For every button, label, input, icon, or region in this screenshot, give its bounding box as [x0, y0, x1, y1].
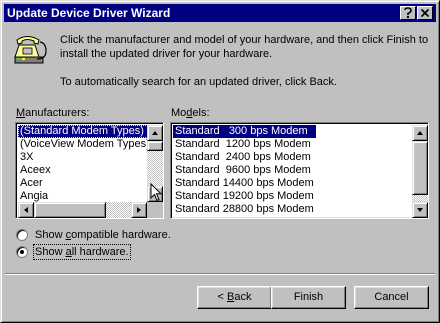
scroll-corner	[147, 202, 163, 218]
models-label: Models:	[171, 107, 210, 119]
close-button[interactable]	[417, 6, 433, 20]
help-button[interactable]	[400, 6, 416, 20]
scroll-up-button[interactable]	[412, 125, 428, 141]
manufacturer-item[interactable]: Aceex	[18, 164, 152, 177]
all-radio[interactable]	[16, 246, 28, 258]
scroll-down-button[interactable]	[412, 202, 428, 218]
scroll-thumb[interactable]	[412, 141, 428, 195]
compatible-label[interactable]: Show compatible hardware.	[34, 228, 172, 242]
separator	[5, 273, 435, 275]
model-item[interactable]: Standard 28800 bps Modem	[173, 203, 316, 216]
models-vscroll[interactable]	[412, 125, 428, 218]
back-hint-text: To automatically search for an updated d…	[60, 76, 337, 88]
compatible-radio[interactable]	[16, 229, 28, 241]
manufacturers-list[interactable]: (Standard Modem Types) (VoiceView Modem …	[15, 122, 164, 219]
help-icon	[404, 7, 412, 18]
manufacturer-item[interactable]: (Standard Modem Types)	[18, 125, 152, 138]
arrow-up-icon	[417, 131, 423, 135]
window-title: Update Device Driver Wizard	[7, 6, 171, 20]
mouse-pointer-icon	[150, 183, 162, 202]
manufacturers-label: Manufacturers:	[16, 107, 90, 119]
title-bar[interactable]: Update Device Driver Wizard	[4, 4, 436, 22]
scroll-left-button[interactable]	[18, 202, 34, 218]
model-item[interactable]: Standard 300 bps Modem	[173, 125, 316, 138]
wizard-window: Update Device Driver Wizard Click the ma…	[0, 0, 440, 323]
model-item[interactable]: Standard 9600 bps Modem	[173, 164, 316, 177]
scroll-up-button[interactable]	[147, 125, 163, 141]
telephone-modem-icon	[13, 31, 49, 67]
model-item[interactable]: Standard 14400 bps Modem	[173, 177, 316, 190]
arrow-down-icon	[417, 208, 423, 212]
arrow-right-icon	[137, 207, 141, 213]
instruction-text: Click the manufacturer and model of your…	[60, 34, 429, 60]
manufacturers-hscroll[interactable]	[18, 202, 147, 218]
back-button[interactable]: < Back	[197, 286, 272, 309]
model-item[interactable]: Standard 2400 bps Modem	[173, 151, 316, 164]
finish-button[interactable]: Finish	[271, 286, 346, 309]
close-icon	[420, 8, 430, 18]
arrow-up-icon	[152, 131, 158, 135]
model-item[interactable]: Standard 1200 bps Modem	[173, 138, 316, 151]
manufacturer-item[interactable]: (VoiceView Modem Types)	[18, 138, 152, 151]
models-list[interactable]: Standard 300 bps Modem Standard 1200 bps…	[170, 122, 429, 219]
all-label[interactable]: Show all hardware.	[33, 244, 131, 260]
radio-dot	[20, 250, 24, 254]
cancel-button[interactable]: Cancel	[354, 286, 429, 309]
arrow-left-icon	[24, 207, 28, 213]
manufacturer-item[interactable]: Acer	[18, 177, 152, 190]
manufacturer-item[interactable]: 3X	[18, 151, 152, 164]
instructions: Click the manufacturer and model of your…	[60, 33, 432, 89]
model-item[interactable]: Standard 19200 bps Modem	[173, 190, 316, 203]
scroll-right-button[interactable]	[131, 202, 147, 218]
scroll-thumb[interactable]	[147, 141, 163, 151]
hscroll-thumb[interactable]	[34, 202, 106, 218]
